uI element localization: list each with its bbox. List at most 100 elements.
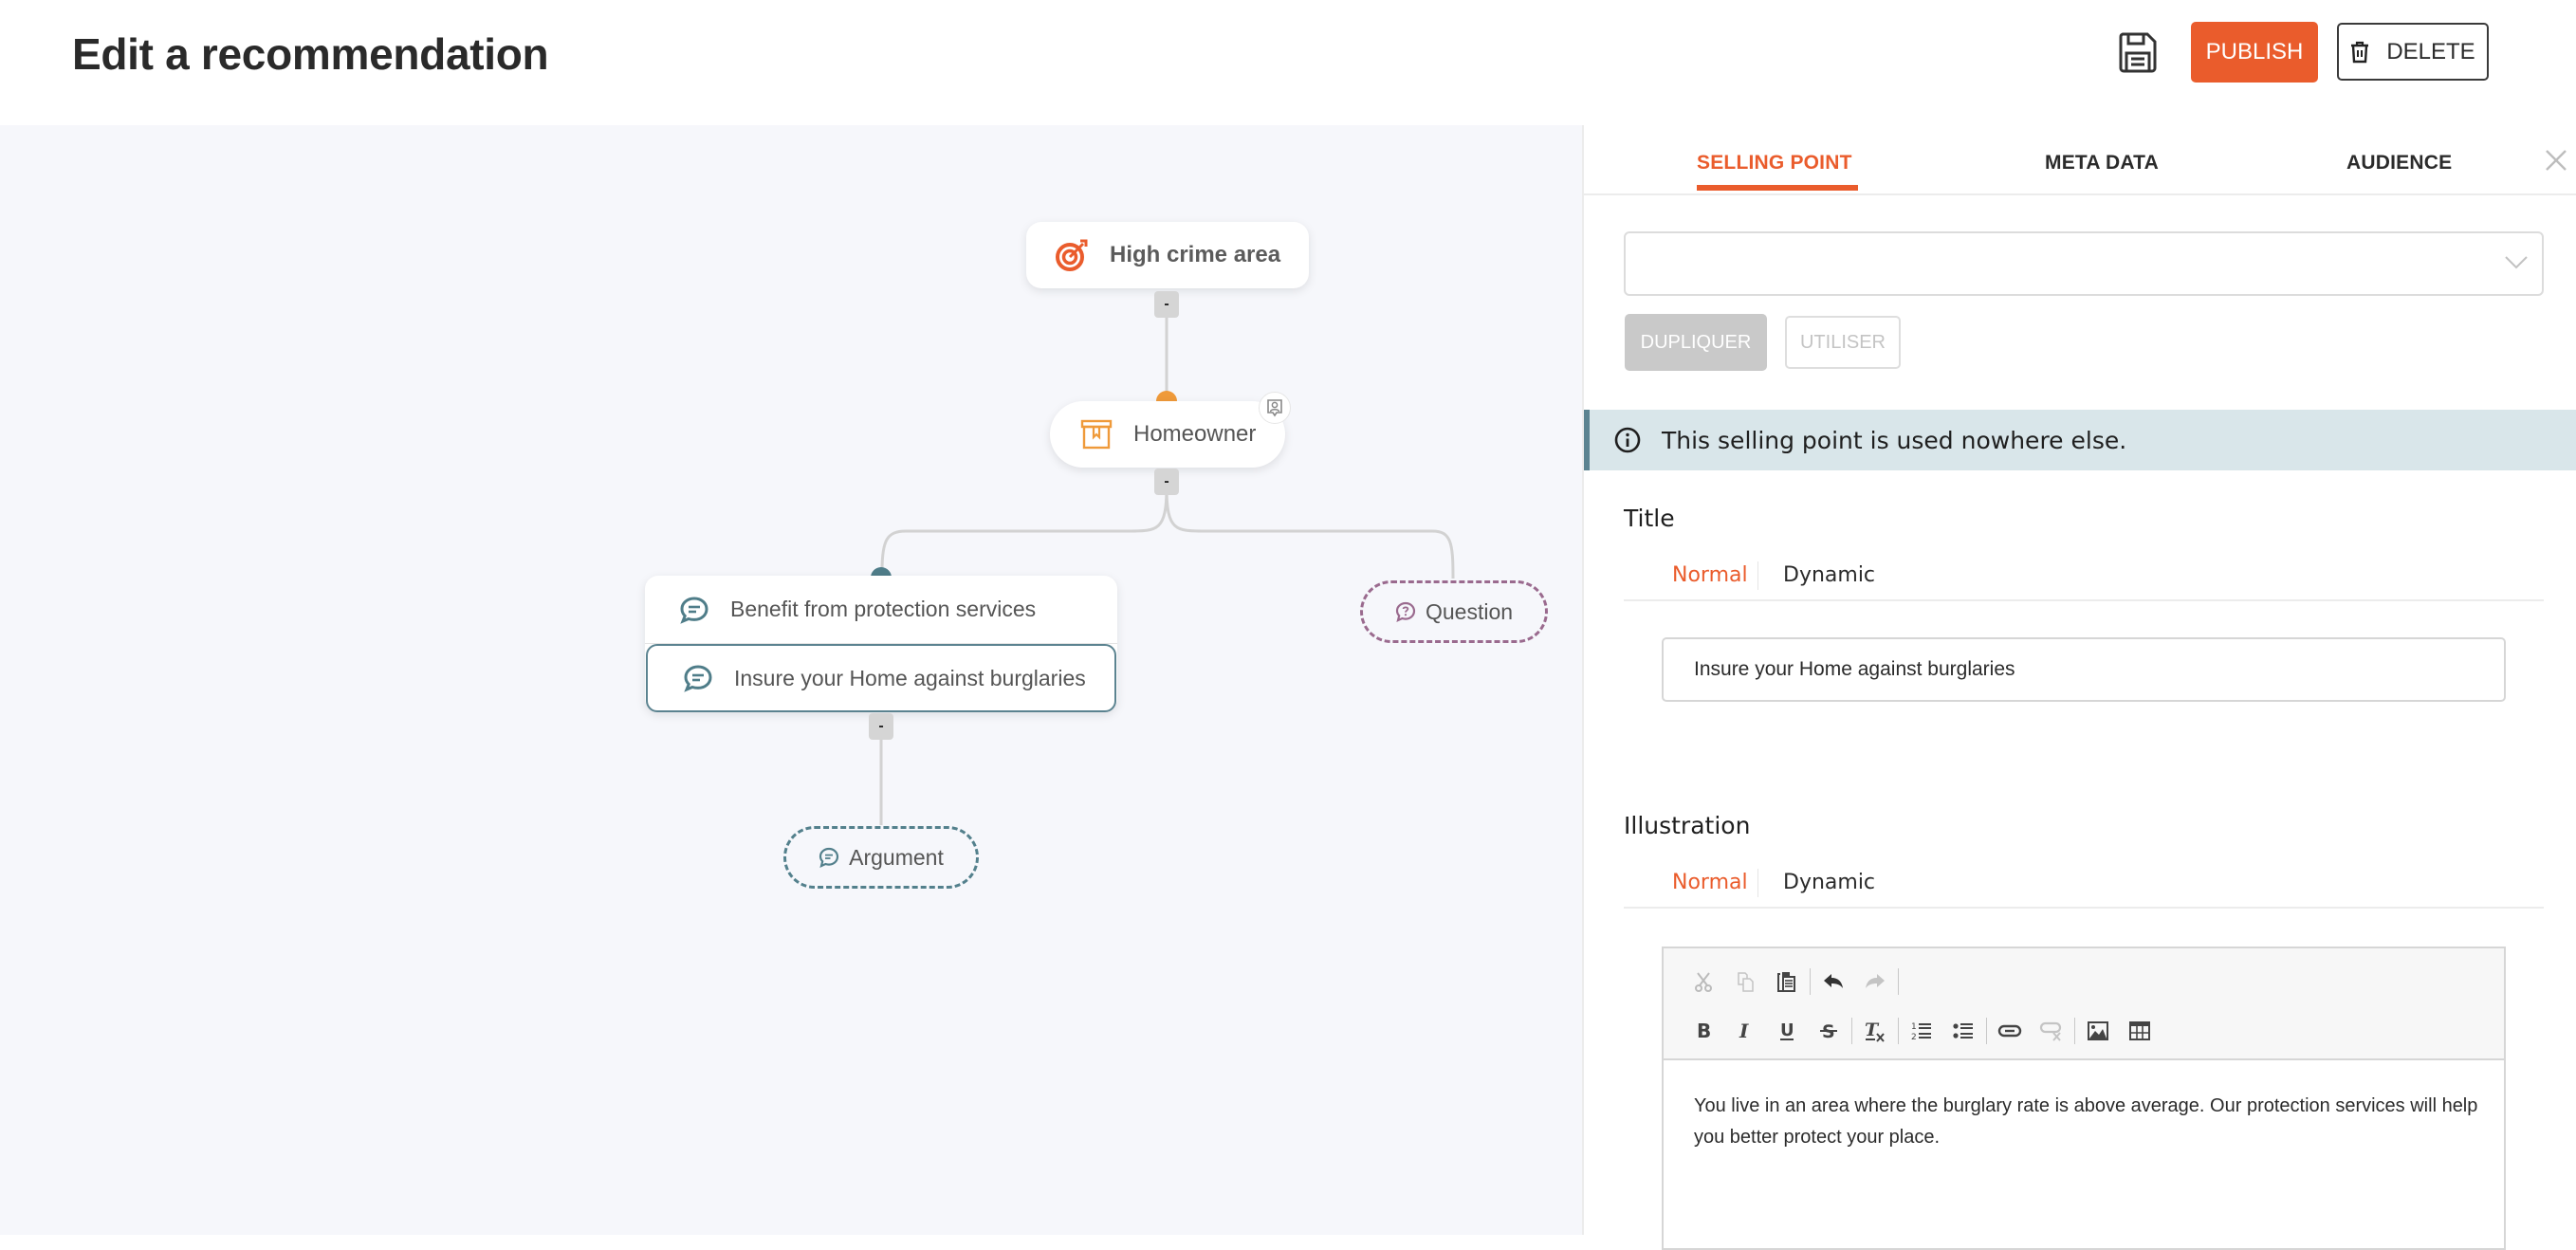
table-button[interactable] (2119, 1015, 2161, 1047)
close-icon (2546, 150, 2567, 171)
bulleted-list-icon (1953, 1023, 1973, 1039)
title-input[interactable] (1662, 637, 2506, 702)
toolbar-separator (2074, 1018, 2075, 1044)
selling-point-item[interactable]: Benefit from protection services (645, 576, 1117, 644)
active-tab-indicator (1697, 185, 1858, 191)
tab-selling-point[interactable]: SELLING POINT (1697, 152, 1852, 175)
illustration-mode-dynamic[interactable]: Dynamic (1783, 871, 1875, 894)
numbered-list-button[interactable]: 12 (1901, 1015, 1942, 1047)
title-section-label: Title (1624, 505, 1675, 532)
collapse-persona-button[interactable]: - (1154, 469, 1179, 495)
cut-icon (1695, 972, 1712, 992)
editor-toolbar: B I U S T 12 (1664, 948, 2504, 1060)
toolbar-separator (1898, 1018, 1899, 1044)
numbered-list-icon: 12 (1911, 1022, 1931, 1041)
mode-separator (1757, 869, 1758, 897)
persona-badge-button[interactable] (1259, 392, 1291, 424)
svg-text:2: 2 (1911, 1033, 1917, 1041)
link-icon (1997, 1024, 2022, 1038)
question-placeholder-label: Question (1425, 598, 1514, 624)
svg-text:U: U (1780, 1020, 1794, 1040)
close-panel-button[interactable] (2542, 146, 2570, 175)
add-argument-placeholder[interactable]: Argument (783, 826, 979, 889)
selling-point-select[interactable] (1624, 231, 2544, 296)
page-title: Edit a recommendation (72, 29, 549, 79)
link-persona-question (1165, 487, 1455, 579)
link-persona-sp (880, 487, 1168, 572)
target-icon (1056, 239, 1088, 271)
svg-text:B: B (1697, 1020, 1711, 1041)
strikethrough-icon: S (1820, 1021, 1837, 1041)
illustration-mode-tabs: Normal Dynamic (1624, 863, 2544, 909)
delete-button[interactable]: DELETE (2337, 23, 2489, 81)
redo-icon (1866, 974, 1885, 988)
paste-button[interactable] (1766, 965, 1808, 998)
toolbar-separator (1986, 1018, 1987, 1044)
bold-button[interactable]: B (1683, 1015, 1724, 1047)
toolbar-separator (1851, 1018, 1852, 1044)
chat-icon (819, 847, 839, 868)
add-question-placeholder[interactable]: Question (1360, 580, 1548, 643)
italic-icon: I (1739, 1020, 1749, 1041)
title-mode-dynamic[interactable]: Dynamic (1783, 563, 1875, 587)
info-banner: This selling point is used nowhere else. (1584, 410, 2576, 470)
panel-tabs: SELLING POINT META DATA AUDIENCE (1584, 125, 2576, 195)
tab-meta-data[interactable]: META DATA (2045, 152, 2159, 175)
collapse-root-button[interactable]: - (1154, 291, 1179, 318)
tree-node-root[interactable]: High crime area (1026, 222, 1309, 288)
user-badge-icon (1267, 399, 1282, 417)
chat-icon (680, 596, 708, 624)
root-node-label: High crime area (1110, 242, 1281, 267)
link-button[interactable] (1989, 1015, 2031, 1047)
question-bubble-icon (1395, 601, 1416, 622)
undo-icon (1824, 974, 1843, 988)
title-mode-tabs: Normal Dynamic (1624, 556, 2544, 601)
italic-button[interactable]: I (1724, 1015, 1766, 1047)
selling-point-label: Insure your Home against burglaries (734, 665, 1086, 690)
copy-icon (1738, 972, 1754, 992)
argument-placeholder-label: Argument (849, 844, 944, 870)
duplicate-button[interactable]: DUPLIQUER (1625, 314, 1767, 371)
toolbar-separator (1898, 968, 1899, 995)
unlink-icon (2039, 1021, 2062, 1041)
table-icon (2129, 1021, 2150, 1040)
svg-text:T: T (1865, 1020, 1880, 1040)
rich-text-editor: B I U S T 12 You live in an area where t… (1662, 947, 2506, 1250)
redo-button[interactable] (1854, 965, 1896, 998)
tree-canvas[interactable]: High crime area - Homeowner - Benefit fr… (0, 125, 1582, 1235)
illustration-mode-normal[interactable]: Normal (1672, 871, 1748, 894)
tab-audience[interactable]: AUDIENCE (2346, 152, 2452, 175)
unlink-button[interactable] (2031, 1015, 2072, 1047)
toolbar-separator (1810, 968, 1811, 995)
image-icon (2088, 1021, 2108, 1040)
page-header: Edit a recommendation PUBLISH DELETE (0, 0, 2576, 125)
save-button[interactable] (2117, 30, 2159, 74)
undo-button[interactable] (1812, 965, 1854, 998)
toolbar-row-1 (1683, 965, 1901, 998)
illustration-text-area[interactable]: You live in an area where the burglary r… (1694, 1091, 2481, 1153)
publish-button[interactable]: PUBLISH (2191, 22, 2318, 83)
tree-node-persona[interactable]: Homeowner (1050, 401, 1285, 468)
use-button[interactable]: UTILISER (1785, 316, 1901, 369)
delete-label: DELETE (2386, 38, 2475, 64)
details-panel: SELLING POINT META DATA AUDIENCE DUPLIQU… (1582, 125, 2576, 1250)
clear-format-button[interactable]: T (1854, 1015, 1896, 1047)
illustration-section-label: Illustration (1624, 812, 1751, 839)
svg-text:1: 1 (1911, 1022, 1917, 1032)
copy-button[interactable] (1724, 965, 1766, 998)
cut-button[interactable] (1683, 965, 1724, 998)
persona-node-label: Homeowner (1133, 421, 1257, 447)
image-button[interactable] (2077, 1015, 2119, 1047)
underline-button[interactable]: U (1766, 1015, 1808, 1047)
title-mode-normal[interactable]: Normal (1672, 563, 1748, 587)
chevron-down-icon (2505, 256, 2528, 269)
chat-icon (684, 665, 712, 692)
mode-separator (1757, 561, 1758, 590)
info-icon (1614, 427, 1641, 453)
clear-format-icon: T (1865, 1020, 1885, 1042)
bulleted-list-button[interactable] (1942, 1015, 1984, 1047)
collapse-selling-point-button[interactable]: - (869, 713, 893, 740)
selling-point-item-selected[interactable]: Insure your Home against burglaries (646, 644, 1116, 712)
bold-icon: B (1697, 1020, 1711, 1041)
strikethrough-button[interactable]: S (1808, 1015, 1849, 1047)
